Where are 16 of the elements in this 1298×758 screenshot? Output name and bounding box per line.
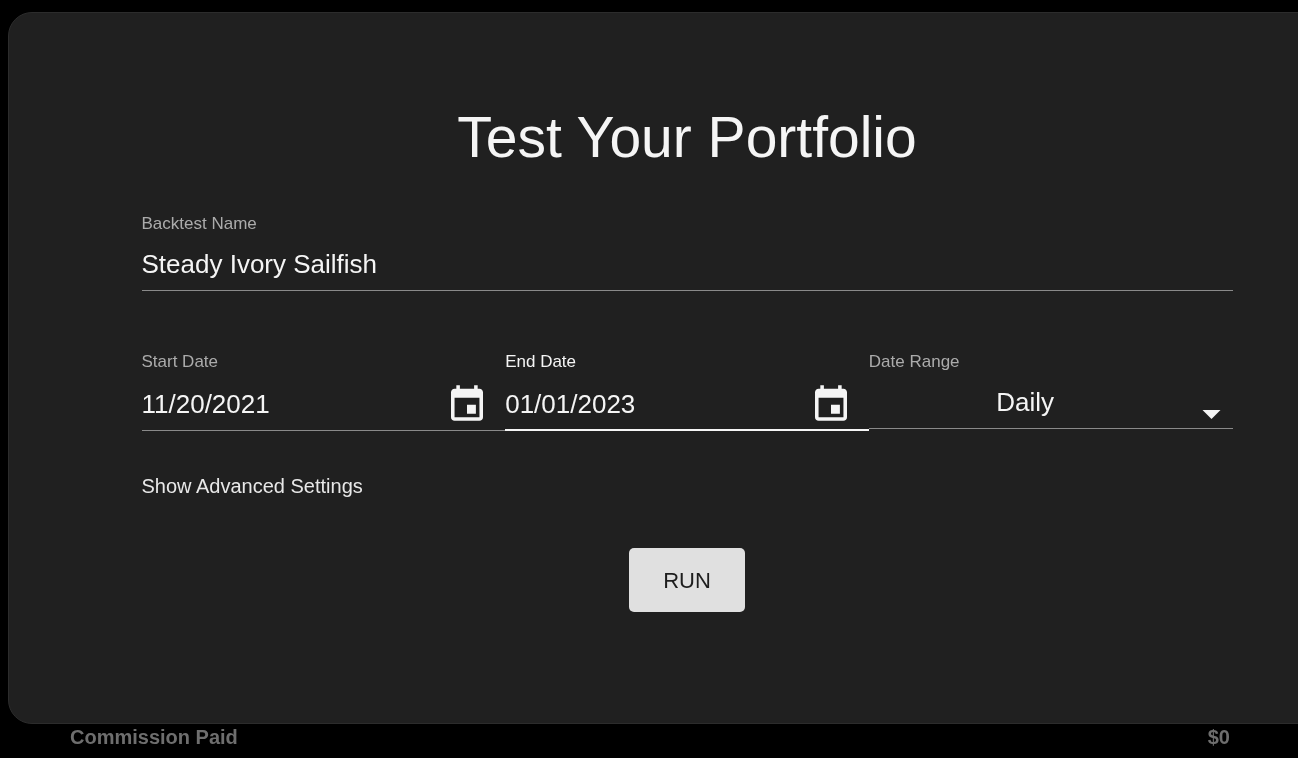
run-button[interactable]: RUN (629, 548, 745, 612)
summary-value: $0 (1207, 725, 1230, 749)
advanced-settings-toggle[interactable]: Show Advanced Settings (141, 473, 363, 499)
field-label: Start Date (141, 351, 219, 373)
date-field[interactable]: 01/01/2023 (505, 385, 869, 431)
dialog-title: Test Your Portfolio (457, 104, 917, 171)
select-field[interactable]: Daily (868, 385, 1233, 429)
dropdown-caret-icon[interactable] (1201, 410, 1221, 419)
calendar-icon[interactable] (814, 385, 847, 421)
summary-label: Commission Paid (70, 725, 238, 749)
field-label: Backtest Name (141, 213, 257, 235)
field-label: Date Range (868, 351, 960, 373)
calendar-icon[interactable] (451, 385, 484, 421)
field-label: End Date (505, 351, 577, 373)
text-field[interactable]: Steady Ivory Sailfish (141, 247, 1233, 291)
date-field[interactable]: 11/20/2021 (141, 385, 506, 431)
